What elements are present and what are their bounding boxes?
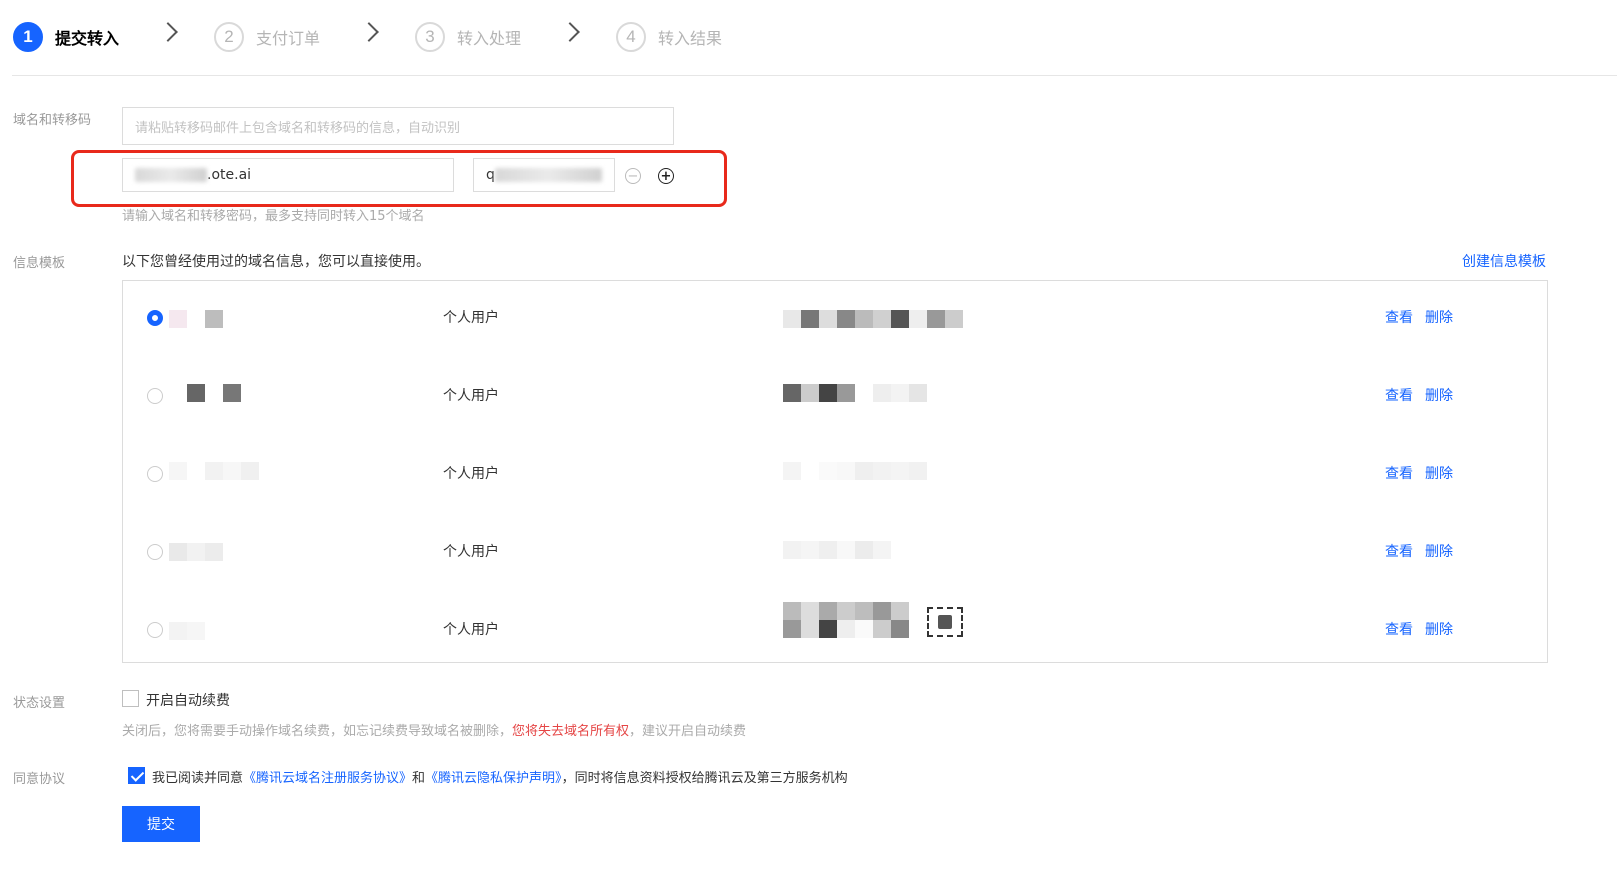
template-radio[interactable] [147,622,163,638]
delete-button[interactable]: 删除 [1425,541,1453,561]
redacted-name [169,462,259,480]
template-section-label: 信息模板 [13,256,66,271]
auto-renew-note: 关闭后，您将需要手动操作域名续费，如忘记续费导致域名被删除，您将失去域名所有权，… [122,720,746,739]
delete-button[interactable]: 删除 [1425,385,1453,405]
template-row[interactable]: 个人用户 查看 删除 [123,359,1547,437]
step-4-number: 4 [616,22,646,52]
template-user-type: 个人用户 [443,622,499,638]
template-row[interactable]: 个人用户 查看 删除 [123,437,1547,515]
step-2-label: 支付订单 [256,29,321,48]
template-user-type: 个人用户 [443,544,499,560]
view-button[interactable]: 查看 [1385,385,1413,405]
agreement-text-1: 我已阅读并同意 [152,771,244,786]
auto-renew-warning: 您将失去域名所有权 [512,724,630,739]
status-section-label: 状态设置 [13,696,66,711]
redacted-name [169,384,241,402]
step-2: 2 支付订单 [214,20,320,54]
view-button[interactable]: 查看 [1385,307,1413,327]
template-user-type: 个人用户 [443,466,499,482]
agreement-text-3: ，同时将信息资料授权给腾讯云及第三方服务机构 [561,771,848,786]
template-row[interactable]: 个人用户 查看 删除 [123,515,1547,593]
privacy-statement-link[interactable]: 《腾讯云隐私保护声明》 [425,771,562,786]
view-button[interactable]: 查看 [1385,463,1413,483]
chevron-right-icon [560,22,580,42]
auto-renew-checkbox[interactable] [122,690,139,707]
paste-transfer-info-input[interactable]: 请粘贴转移码邮件上包含域名和转移码的信息，自动识别 [122,107,674,145]
delete-button[interactable]: 删除 [1425,619,1453,639]
step-3-label: 转入处理 [457,29,522,48]
auto-renew-note-tail: ，建议开启自动续费 [629,724,747,739]
template-description: 以下您曾经使用过的域名信息，您可以直接使用。 [122,254,430,270]
steps-divider [12,75,1617,76]
step-1-label: 提交转入 [55,29,120,48]
redacted-contact [783,602,927,638]
template-list: 个人用户 查看 删除 个人用户 查看 删除 个人用户 查看 删除 个人用户 查看… [122,280,1548,663]
dropdown-focus-icon[interactable] [927,607,963,637]
domain-section-label: 域名和转移码 [13,113,92,128]
redacted-name [169,543,241,561]
agreement-checkbox[interactable] [128,767,145,784]
auto-renew-note-text: 关闭后，您将需要手动操作域名续费，如忘记续费导致域名被删除， [122,724,513,739]
submit-button[interactable]: 提交 [122,806,200,842]
domain-hint: 请输入域名和转移密码，最多支持同时转入15个域名 [122,209,425,224]
view-button[interactable]: 查看 [1385,541,1413,561]
paste-input-placeholder: 请粘贴转移码邮件上包含域名和转移码的信息，自动识别 [135,120,461,136]
step-1-number: 1 [13,22,43,52]
step-1: 1 提交转入 [13,20,119,54]
template-user-type: 个人用户 [443,388,499,404]
agreement-section-label: 同意协议 [13,772,66,787]
chevron-right-icon [158,22,178,42]
template-radio[interactable] [147,388,163,404]
template-radio[interactable] [147,310,163,326]
view-button[interactable]: 查看 [1385,619,1413,639]
step-3-number: 3 [415,22,445,52]
redacted-name [169,310,223,328]
delete-button[interactable]: 删除 [1425,307,1453,327]
template-user-type: 个人用户 [443,310,499,326]
create-template-link[interactable]: 创建信息模板 [1462,251,1546,271]
redacted-contact [783,462,927,480]
agreement-text-2: 和 [412,771,426,786]
redacted-contact [783,541,891,559]
auto-renew-label: 开启自动续费 [146,693,230,709]
redacted-name [169,622,205,640]
step-4-label: 转入结果 [658,29,723,48]
redacted-contact [783,384,927,402]
template-row[interactable]: 个人用户 查看 删除 [123,281,1547,359]
delete-button[interactable]: 删除 [1425,463,1453,483]
step-2-number: 2 [214,22,244,52]
template-row[interactable]: 个人用户 查看 删除 [123,593,1547,671]
chevron-right-icon [359,22,379,42]
registration-agreement-link[interactable]: 《腾讯云域名注册服务协议》 [243,771,412,786]
agreement-text: 我已阅读并同意《腾讯云域名注册服务协议》和《腾讯云隐私保护声明》，同时将信息资料… [152,767,848,786]
highlight-annotation [71,150,727,207]
step-3: 3 转入处理 [415,20,521,54]
template-radio[interactable] [147,466,163,482]
redacted-contact [783,310,963,328]
step-4: 4 转入结果 [616,20,722,54]
template-radio[interactable] [147,544,163,560]
